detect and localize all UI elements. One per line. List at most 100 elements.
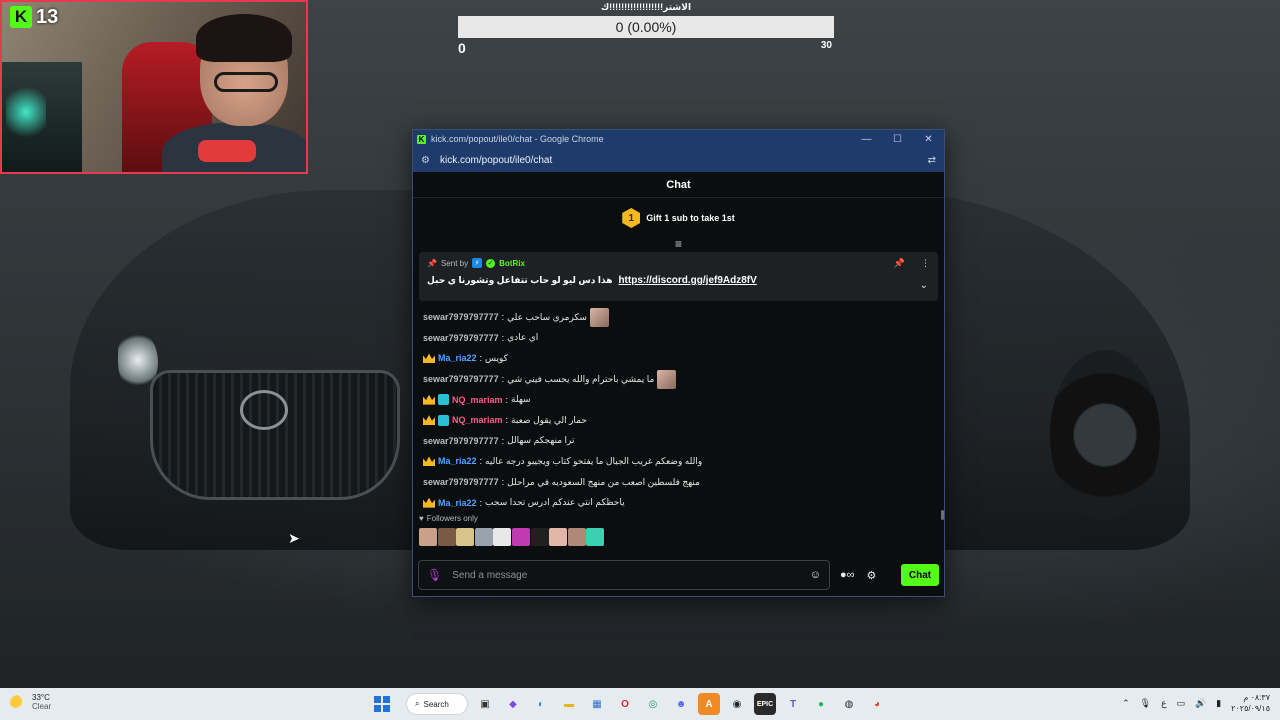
avatar[interactable] xyxy=(511,528,530,546)
avatar[interactable] xyxy=(567,528,586,546)
avatar[interactable] xyxy=(437,528,456,546)
bot-icon: ⚡ xyxy=(472,258,483,268)
moon-icon xyxy=(10,694,26,711)
language-indicator[interactable]: ع xyxy=(1161,698,1166,709)
chat-message-text: حمار الي يقول صعبة xyxy=(511,414,587,425)
car-logo xyxy=(240,390,288,430)
chat-username[interactable]: sewar7979797777 xyxy=(423,333,499,343)
chat-username[interactable]: sewar7979797777 xyxy=(423,374,499,384)
chat-username[interactable]: Ma_ria22 xyxy=(438,456,477,466)
unpin-icon[interactable]: 📌 xyxy=(894,258,905,269)
chat-username[interactable]: NQ_mariam xyxy=(452,415,503,425)
chat-username[interactable]: Ma_ria22 xyxy=(438,353,477,363)
chat-username[interactable]: NQ_mariam xyxy=(452,395,503,405)
site-settings-icon[interactable]: ⚙ xyxy=(421,155,430,166)
channel-points-icon[interactable]: ●∞ xyxy=(840,569,855,581)
copilot-icon[interactable]: ◆ xyxy=(502,693,524,715)
steam-icon[interactable]: ◍ xyxy=(838,693,860,715)
emoji-icon[interactable]: ☺ xyxy=(810,569,821,581)
obs-icon[interactable]: ◉ xyxy=(726,693,748,715)
spotify-icon[interactable]: ● xyxy=(810,693,832,715)
chat-message-text: والله وضعكم غريب الجيال ما يفتحو كتاب وي… xyxy=(485,455,703,466)
mic-tray-icon[interactable]: 🎙 xyxy=(1140,698,1151,709)
sub-goal-widget: الاشتر!!!!!!!!!!!!!!!!!!ك 0 (0.00%) 0 30 xyxy=(458,2,834,56)
sent-by-label: Sent by xyxy=(440,258,469,268)
weather-widget[interactable]: 33°C Clear xyxy=(10,693,51,712)
send-chat-button[interactable]: Chat xyxy=(901,564,939,586)
active-viewers xyxy=(413,525,944,547)
minimize-button[interactable]: — xyxy=(851,134,882,145)
crown-badge-icon xyxy=(423,456,435,467)
window-titlebar[interactable]: K kick.com/popout/ile0/chat - Google Chr… xyxy=(413,130,944,148)
chat-username[interactable]: sewar7979797777 xyxy=(423,436,499,446)
app-a-icon[interactable]: A xyxy=(698,693,720,715)
avatar[interactable] xyxy=(419,528,437,546)
avatar[interactable] xyxy=(530,528,549,546)
chat-message-text: سكرمري ساحب علي xyxy=(507,311,587,322)
discord-icon[interactable]: ☻ xyxy=(670,693,692,715)
volume-icon[interactable]: 🔊 xyxy=(1195,698,1206,709)
avatar[interactable] xyxy=(586,528,605,546)
chat-message-text: كويس xyxy=(485,352,508,363)
chat-message-text: اي عادي xyxy=(507,332,539,343)
more-options-icon[interactable]: ⋮ xyxy=(921,258,930,269)
system-tray: ⌃ 🎙 ع ▭ 🔊 ▮ ٠٨:٣٧ م ٢٠٢٥/٠٩/١٥ xyxy=(1122,692,1270,714)
taskbar-apps: ⌕ Search ▣ ◆ ◐ ▬ ▦ O ◎ ☻ A ◉ EPIC T ● ◍ … xyxy=(374,692,888,716)
gift-leaderboard[interactable]: 1 Gift 1 sub to take 1st xyxy=(413,198,944,238)
crown-badge-icon xyxy=(423,415,435,426)
clock[interactable]: ٠٨:٣٧ م ٢٠٢٥/٠٩/١٥ xyxy=(1231,692,1270,714)
rank-badge-icon: 1 xyxy=(622,208,641,228)
chrome-icon[interactable]: ◎ xyxy=(642,693,664,715)
game-launcher-icon[interactable]: ◕ xyxy=(866,693,888,715)
chat-message: sewar7979797777: ترا منهجكم سهالل xyxy=(423,435,575,446)
bot-name[interactable]: BotRix xyxy=(499,259,525,268)
discord-link[interactable]: https://discord.gg/jef9Adz8fV xyxy=(618,275,756,286)
chat-message-text: ياحظكم انتي عندكم ادرس تحدا سحب xyxy=(485,497,625,508)
mouse-cursor-icon: ➤ xyxy=(288,530,300,546)
chat-input[interactable] xyxy=(452,569,800,581)
chat-username[interactable]: sewar7979797777 xyxy=(423,312,499,322)
webcam-overlay: K 13 xyxy=(0,0,308,174)
translate-icon[interactable]: ⇄ xyxy=(928,155,936,166)
windows-start-icon[interactable] xyxy=(374,696,390,712)
emote-image xyxy=(589,307,609,327)
crown-badge-icon xyxy=(423,394,435,405)
task-view-icon[interactable]: ▣ xyxy=(474,693,496,715)
file-explorer-icon[interactable]: ▬ xyxy=(558,693,580,715)
avatar[interactable] xyxy=(549,528,568,546)
edge-icon[interactable]: ◐ xyxy=(530,693,552,715)
gear-icon[interactable]: ⚙ xyxy=(867,569,877,582)
store-icon[interactable]: ▦ xyxy=(586,693,608,715)
microphone-icon[interactable]: 🎙 xyxy=(427,568,442,582)
avatar[interactable] xyxy=(493,528,512,546)
goal-min: 0 xyxy=(458,40,466,56)
avatar[interactable] xyxy=(456,528,475,546)
car-grille xyxy=(150,370,400,500)
opera-icon[interactable]: O xyxy=(614,693,636,715)
goal-max: 30 xyxy=(820,40,832,51)
collapse-icon[interactable]: ≡ xyxy=(413,238,944,252)
chat-message: Ma_ria22: والله وضعكم غريب الجيال ما يفتح… xyxy=(423,451,934,472)
epic-games-icon[interactable]: EPIC xyxy=(754,693,776,715)
chat-messages: sewar7979797777: سكرمري ساحب علي sewar7979… xyxy=(413,301,944,511)
chat-message-text: سهلة xyxy=(511,394,531,405)
chat-input-box[interactable]: 🎙 ☺ xyxy=(418,560,830,590)
network-icon[interactable]: ▭ xyxy=(1176,698,1185,709)
taskbar-search[interactable]: ⌕ Search xyxy=(406,693,468,715)
chat-username[interactable]: Ma_ria22 xyxy=(438,498,477,508)
subscriber-badge-icon xyxy=(438,414,449,426)
chat-username[interactable]: sewar7979797777 xyxy=(423,477,499,487)
weather-desc: Clear xyxy=(32,702,52,711)
avatar[interactable] xyxy=(474,528,493,546)
gift-text: Gift 1 sub to take 1st xyxy=(646,213,735,223)
chevron-up-icon[interactable]: ⌃ xyxy=(1122,698,1130,709)
chevron-down-icon[interactable]: ⌄ xyxy=(920,280,928,291)
pin-icon: 📌 xyxy=(427,258,437,268)
maximize-button[interactable]: ☐ xyxy=(882,134,913,145)
chat-scrollbar[interactable] xyxy=(941,510,944,520)
battery-icon[interactable]: ▮ xyxy=(1216,698,1221,709)
close-button[interactable]: ✕ xyxy=(913,134,944,145)
car-wheel xyxy=(1050,350,1160,520)
url-text[interactable]: kick.com/popout/ile0/chat xyxy=(440,155,918,166)
teams-icon[interactable]: T xyxy=(782,693,804,715)
